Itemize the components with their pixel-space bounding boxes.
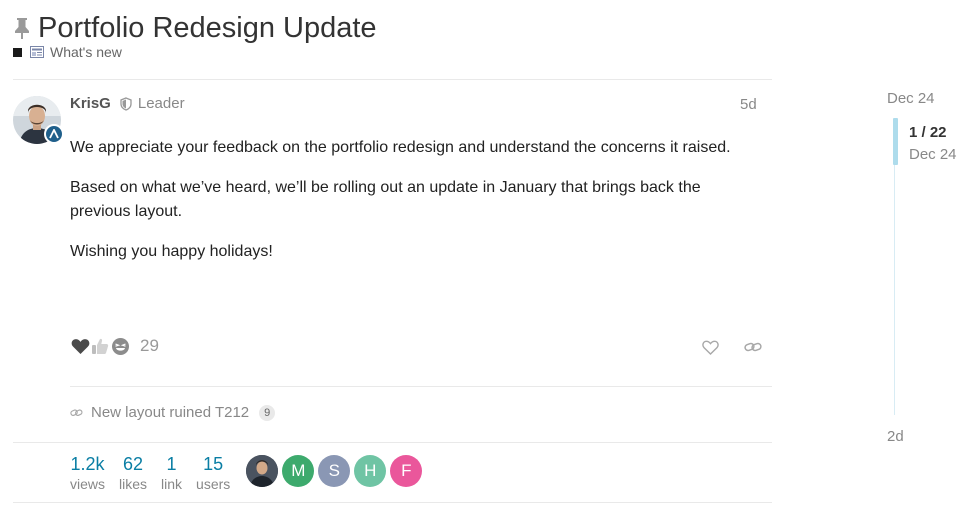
- stat-links[interactable]: 1 link: [161, 454, 182, 494]
- stat-links-value: 1: [166, 454, 177, 474]
- avatar[interactable]: [246, 455, 279, 487]
- stat-users-label: users: [196, 476, 231, 492]
- post-paragraph: We appreciate your feedback on the portf…: [70, 139, 731, 156]
- header-divider: [13, 79, 772, 80]
- avatar[interactable]: S: [318, 455, 351, 487]
- participant-avatars: M S H F: [246, 455, 426, 494]
- post-divider: [70, 386, 772, 387]
- heart-icon[interactable]: [70, 336, 90, 356]
- footer-divider: [13, 442, 772, 443]
- stat-views-label: views: [70, 476, 106, 492]
- avatar[interactable]: H: [354, 455, 387, 487]
- linked-topic-title[interactable]: New layout ruined T212: [91, 404, 249, 421]
- timeline-position: 1 / 22: [909, 124, 947, 141]
- stat-likes-label: likes: [119, 476, 148, 492]
- newspaper-icon: [30, 46, 44, 58]
- author-name[interactable]: KrisG: [70, 95, 111, 112]
- stat-users[interactable]: 15 users: [196, 454, 230, 494]
- timeline-position-date: Dec 24: [909, 146, 957, 163]
- post-paragraph: Wishing you happy holidays!: [70, 243, 273, 260]
- shield-icon: [120, 96, 132, 111]
- stat-likes-value: 62: [123, 454, 144, 474]
- topic-stats: 1.2k views 62 likes 1 link 15 users M S …: [70, 454, 426, 494]
- topic-header: Portfolio Redesign Update: [12, 12, 377, 44]
- link-icon: [744, 342, 762, 352]
- linked-topic-count: 9: [259, 404, 276, 421]
- stat-views: 1.2k views: [70, 454, 105, 494]
- timeline-end-date[interactable]: 2d: [887, 428, 904, 445]
- post-paragraph: Based on what we’ve heard, we’ll be roll…: [70, 179, 701, 220]
- thumbs-up-icon[interactable]: [90, 336, 110, 356]
- stat-users-value: 15: [203, 454, 224, 474]
- category-name: What's new: [50, 44, 122, 60]
- reactions[interactable]: 29: [70, 336, 159, 356]
- share-link-button[interactable]: [743, 338, 763, 356]
- page-title[interactable]: Portfolio Redesign Update: [38, 12, 377, 44]
- post-body: We appreciate your feedback on the portf…: [70, 136, 760, 280]
- post-age[interactable]: 5d: [740, 96, 757, 113]
- author-role: Leader: [137, 95, 185, 112]
- timeline-handle[interactable]: [893, 118, 898, 165]
- category-color-square: [13, 47, 22, 57]
- link-icon: [70, 408, 83, 418]
- stat-likes[interactable]: 62 likes: [119, 454, 147, 494]
- bottom-divider: [13, 502, 772, 503]
- category-badge[interactable]: What's new: [13, 44, 122, 60]
- like-button[interactable]: [700, 338, 720, 356]
- linked-topic[interactable]: New layout ruined T212 9: [70, 404, 276, 421]
- post-author-row: KrisG Leader: [70, 95, 185, 112]
- timeline-start-date[interactable]: Dec 24: [887, 90, 935, 107]
- heart-outline-icon: [701, 340, 719, 355]
- stat-views-value: 1.2k: [70, 454, 105, 474]
- laughing-face-icon[interactable]: [110, 336, 130, 356]
- stat-links-label: link: [161, 476, 183, 492]
- pin-icon[interactable]: [12, 13, 32, 43]
- avatar[interactable]: F: [390, 455, 423, 487]
- flair-icon: [44, 124, 64, 144]
- avatar[interactable]: M: [282, 455, 315, 487]
- reaction-count[interactable]: 29: [140, 336, 159, 356]
